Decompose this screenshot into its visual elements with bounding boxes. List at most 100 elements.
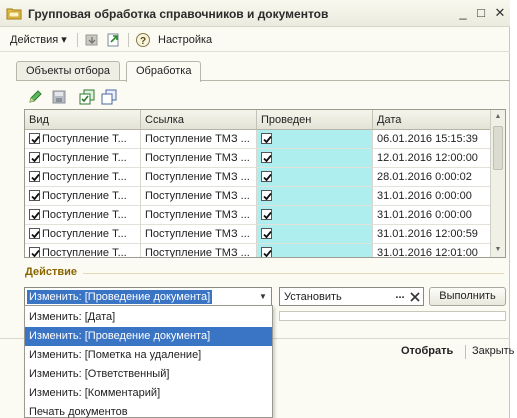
row-select-checkbox[interactable] xyxy=(29,228,40,239)
footer-separator xyxy=(465,345,466,359)
cell-posted[interactable] xyxy=(257,168,373,187)
row-select-checkbox[interactable] xyxy=(29,133,40,144)
maximize-button[interactable]: □ xyxy=(474,6,488,20)
dropdown-option[interactable]: Изменить: [Ответственный] xyxy=(25,365,272,384)
cell-posted[interactable] xyxy=(257,225,373,244)
table-row[interactable]: Поступление Т... Поступление ТМЗ ... 31.01… xyxy=(25,244,491,258)
cell-vid-text: Поступление Т... xyxy=(42,171,127,183)
posted-checkbox[interactable] xyxy=(261,247,272,257)
cell-link[interactable]: Поступление ТМЗ ... xyxy=(141,206,257,225)
minimize-button[interactable]: _ xyxy=(456,6,470,20)
cell-date[interactable]: 31.01.2016 12:01:00 xyxy=(373,244,491,257)
cell-vid[interactable]: Поступление Т... xyxy=(25,149,141,168)
settings-button[interactable]: Настройка xyxy=(158,32,212,48)
table-row[interactable]: Поступление Т... Поступление ТМЗ ... 31.01… xyxy=(25,206,491,225)
cell-posted[interactable] xyxy=(257,206,373,225)
scroll-up-icon[interactable]: ▲ xyxy=(491,110,505,124)
save-disk-icon[interactable] xyxy=(51,89,67,105)
posted-checkbox[interactable] xyxy=(261,209,272,220)
title-bar[interactable]: Групповая обработка справочников и докум… xyxy=(0,0,510,27)
cell-link[interactable]: Поступление ТМЗ ... xyxy=(141,130,257,149)
cell-posted[interactable] xyxy=(257,244,373,257)
cell-vid[interactable]: Поступление Т... xyxy=(25,244,141,258)
cell-vid-text: Поступление Т... xyxy=(42,133,127,145)
table-row[interactable]: Поступление Т... Поступление ТМЗ ... 12.01… xyxy=(25,149,491,168)
row-select-checkbox[interactable] xyxy=(29,190,40,201)
table-row[interactable]: Поступление Т... Поступление ТМЗ ... 31.01… xyxy=(25,187,491,206)
column-header-posted[interactable]: Проведен xyxy=(257,110,373,130)
cell-vid[interactable]: Поступление Т... xyxy=(25,225,141,244)
tab-processing[interactable]: Обработка xyxy=(126,61,202,82)
cell-date[interactable]: 28.01.2016 0:00:02 xyxy=(373,168,491,187)
cell-link[interactable]: Поступление ТМЗ ... xyxy=(141,225,257,244)
cell-link[interactable]: Поступление ТМЗ ... xyxy=(141,149,257,168)
cell-date[interactable]: 31.01.2016 12:00:59 xyxy=(373,225,491,244)
cell-date[interactable]: 12.01.2016 12:00:00 xyxy=(373,149,491,168)
edit-pencil-icon[interactable] xyxy=(27,89,43,105)
table-row[interactable]: Поступление Т... Поступление ТМЗ ... 31.01… xyxy=(25,225,491,244)
cell-posted[interactable] xyxy=(257,149,373,168)
action-dropdown-list: Изменить: [Дата] Изменить: [Проведение до… xyxy=(24,305,273,418)
cell-vid[interactable]: Поступление Т... xyxy=(25,168,141,187)
row-select-checkbox[interactable] xyxy=(29,171,40,182)
action-section-label: Действие xyxy=(25,266,77,278)
export-icon[interactable] xyxy=(106,32,122,48)
select-value-button[interactable]: ... xyxy=(393,288,407,305)
close-button[interactable]: Закрыть xyxy=(472,345,514,357)
dropdown-option[interactable]: Изменить: [Проведение документа] xyxy=(25,327,272,346)
svg-text:?: ? xyxy=(140,36,146,47)
cell-vid[interactable]: Поступление Т... xyxy=(25,187,141,206)
cell-vid-text: Поступление Т... xyxy=(42,190,127,202)
main-toolbar: Действия ▾ ? Настройка xyxy=(0,28,510,52)
action-section-divider xyxy=(83,273,504,274)
cell-link[interactable]: Поступление ТМЗ ... xyxy=(141,187,257,206)
cell-vid-text: Поступление Т... xyxy=(42,152,127,164)
row-select-checkbox[interactable] xyxy=(29,247,40,257)
cell-date[interactable]: 31.01.2016 0:00:00 xyxy=(373,206,491,225)
close-window-button[interactable]: ✕ xyxy=(493,6,507,20)
posted-checkbox[interactable] xyxy=(261,133,272,144)
dropdown-option[interactable]: Изменить: [Дата] xyxy=(25,308,272,327)
column-header-vid[interactable]: Вид xyxy=(25,110,141,130)
cell-link[interactable]: Поступление ТМЗ ... xyxy=(141,244,257,257)
cell-posted[interactable] xyxy=(257,130,373,149)
dropdown-option[interactable]: Изменить: [Пометка на удаление] xyxy=(25,346,272,365)
select-button[interactable]: Отобрать xyxy=(401,345,453,357)
value-field[interactable]: Установить ... xyxy=(279,287,424,306)
cell-posted[interactable] xyxy=(257,187,373,206)
clear-icon[interactable] xyxy=(408,288,422,305)
cell-date[interactable]: 06.01.2016 15:15:39 xyxy=(373,130,491,149)
action-combo[interactable]: Изменить: [Проведение документа] ▼ xyxy=(24,287,272,306)
move-down-icon[interactable] xyxy=(84,32,100,48)
posted-checkbox[interactable] xyxy=(261,228,272,239)
cell-vid-text: Поступление Т... xyxy=(42,247,127,258)
run-button[interactable]: Выполнить xyxy=(429,287,506,306)
tab-selection-objects[interactable]: Объекты отбора xyxy=(16,61,120,81)
progress-bar xyxy=(279,311,506,321)
table-row[interactable]: Поступление Т... Поступление ТМЗ ... 28.01… xyxy=(25,168,491,187)
posted-checkbox[interactable] xyxy=(261,171,272,182)
posted-checkbox[interactable] xyxy=(261,152,272,163)
column-header-date[interactable]: Дата xyxy=(373,110,491,130)
grid-vertical-scrollbar[interactable]: ▲ ▼ xyxy=(490,110,505,257)
cell-date[interactable]: 31.01.2016 0:00:00 xyxy=(373,187,491,206)
row-select-checkbox[interactable] xyxy=(29,152,40,163)
posted-checkbox[interactable] xyxy=(261,190,272,201)
column-header-link[interactable]: Ссылка xyxy=(141,110,257,130)
scroll-down-icon[interactable]: ▼ xyxy=(491,243,505,257)
row-select-checkbox[interactable] xyxy=(29,209,40,220)
cell-vid[interactable]: Поступление Т... xyxy=(25,130,141,149)
actions-menu[interactable]: Действия ▾ xyxy=(10,32,67,48)
action-combo-value: Изменить: [Проведение документа] xyxy=(27,290,213,304)
scroll-thumb[interactable] xyxy=(493,126,503,170)
dropdown-option[interactable]: Изменить: [Комментарий] xyxy=(25,384,272,403)
help-icon[interactable]: ? xyxy=(135,32,151,48)
uncheck-all-icon[interactable] xyxy=(101,89,117,105)
cell-vid[interactable]: Поступление Т... xyxy=(25,206,141,225)
cell-link[interactable]: Поступление ТМЗ ... xyxy=(141,168,257,187)
window-title: Групповая обработка справочников и докум… xyxy=(28,7,329,21)
chevron-down-icon[interactable]: ▼ xyxy=(255,288,271,305)
check-all-icon[interactable] xyxy=(79,89,95,105)
dropdown-option[interactable]: Печать документов xyxy=(25,403,272,418)
table-row[interactable]: Поступление Т... Поступление ТМЗ ... 06.01… xyxy=(25,130,491,149)
